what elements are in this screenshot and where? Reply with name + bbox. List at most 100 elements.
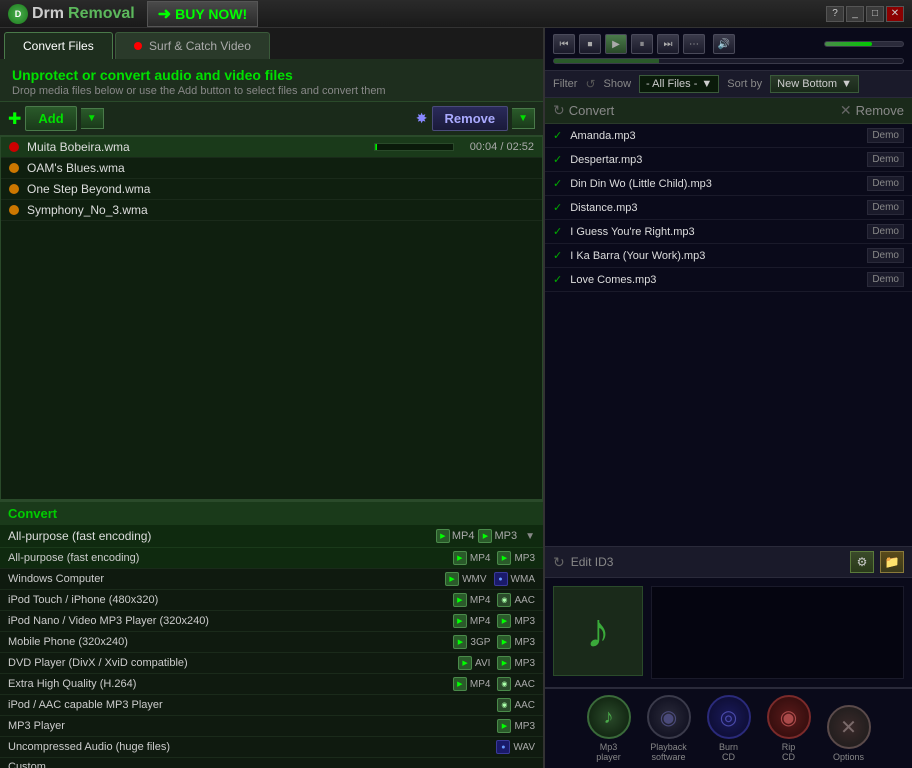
option-formats: ▶MP4 ◉AAC [453, 677, 535, 691]
logo-icon: D [8, 4, 28, 24]
mp4-option-icon: ▶ [453, 551, 467, 565]
convert-header: Unprotect or convert audio and video fil… [0, 59, 543, 102]
volume-slider[interactable] [824, 41, 904, 47]
convert-option[interactable]: Uncompressed Audio (huge files) ●WAV [0, 737, 543, 758]
player-stop-button[interactable]: ⏹ [579, 34, 601, 54]
convert-option[interactable]: All-purpose (fast encoding) ▶MP4 ▶MP3 [0, 548, 543, 569]
convert-options-list: All-purpose (fast encoding) ▶MP4 ▶MP3 Wi… [0, 548, 543, 768]
restore-button[interactable]: □ [866, 6, 884, 22]
buy-now-button[interactable]: ➜ BUY NOW! [147, 1, 258, 27]
show-label: Show [604, 78, 632, 90]
convert-option[interactable]: Windows Computer ▶WMV ●WMA [0, 569, 543, 590]
file-item[interactable]: Symphony_No_3.wma [1, 200, 542, 221]
album-art-area: ♪ [545, 577, 912, 687]
song-name: Despertar.mp3 [570, 154, 867, 166]
file-progress-bar [374, 143, 454, 151]
convert-subtitle: Drop media files below or use the Add bu… [12, 85, 531, 97]
remove-button[interactable]: Remove [432, 106, 509, 131]
player-play-button[interactable]: ▶ [605, 34, 627, 54]
show-select[interactable]: - All Files - ▼ [639, 75, 719, 93]
mp3-option-icon: ▶ [497, 719, 511, 733]
song-item[interactable]: ✓ I Ka Barra (Your Work).mp3 Demo [545, 244, 912, 268]
convert-option[interactable]: MP3 Player ▶MP3 [0, 716, 543, 737]
progress-fill [375, 144, 377, 150]
convert-option[interactable]: iPod / AAC capable MP3 Player ◉AAC [0, 695, 543, 716]
tab-surf-catch[interactable]: Surf & Catch Video [115, 32, 270, 59]
plus-icon: ✚ [8, 109, 21, 129]
song-name: Distance.mp3 [570, 202, 867, 214]
convert-option[interactable]: DVD Player (DivX / XviD compatible) ▶AVI… [0, 653, 543, 674]
convert-action[interactable]: ↻ Convert [553, 102, 614, 119]
burn-cd-tool[interactable]: ◎ BurnCD [707, 695, 751, 762]
main-layout: Convert Files Surf & Catch Video Unprote… [0, 28, 912, 768]
buy-arrow-icon: ➜ [158, 4, 171, 24]
player-more-button[interactable]: ⋯ [683, 34, 705, 54]
player-controls: ⏮ ⏹ ▶ ⏸ ⏭ ⋯ 🔊 [553, 34, 904, 54]
remove-action[interactable]: ✕ Remove [840, 102, 904, 119]
add-button[interactable]: Add [25, 106, 76, 131]
convert-option[interactable]: iPod Nano / Video MP3 Player (320x240) ▶… [0, 611, 543, 632]
song-item[interactable]: ✓ I Guess You're Right.mp3 Demo [545, 220, 912, 244]
song-item[interactable]: ✓ Amanda.mp3 Demo [545, 124, 912, 148]
file-item[interactable]: OAM's Blues.wma [1, 158, 542, 179]
music-note-icon: ♪ [586, 604, 610, 659]
album-dark-area [651, 586, 904, 679]
song-check-icon: ✓ [553, 129, 562, 142]
file-name: Muita Bobeira.wma [27, 140, 374, 154]
minimize-button[interactable]: _ [846, 6, 864, 22]
convert-option[interactable]: Mobile Phone (320x240) ▶3GP ▶MP3 [0, 632, 543, 653]
star-icon: ✸ [416, 110, 428, 127]
convert-option[interactable]: Extra High Quality (H.264) ▶MP4 ◉AAC [0, 674, 543, 695]
remove-dropdown-button[interactable]: ▼ [512, 108, 535, 129]
mp3-player-tool[interactable]: ♪ Mp3player [587, 695, 631, 762]
playback-progress-fill [554, 59, 659, 63]
filter-refresh-button[interactable]: ↺ [585, 77, 595, 91]
mp4-option-icon: ▶ [453, 614, 467, 628]
song-name: Din Din Wo (Little Child).mp3 [570, 178, 867, 190]
id3-gear-button[interactable]: ⚙ [850, 551, 874, 573]
filter-label: Filter [553, 78, 577, 90]
song-item[interactable]: ✓ Distance.mp3 Demo [545, 196, 912, 220]
song-check-icon: ✓ [553, 249, 562, 262]
convert-selected-value: All-purpose (fast encoding) [8, 529, 436, 543]
bottom-toolbar: ♪ Mp3player ◉ Playbacksoftware ◎ BurnCD … [545, 687, 912, 768]
convert-option[interactable]: iPod Touch / iPhone (480x320) ▶MP4 ◉AAC [0, 590, 543, 611]
convert-option-custom[interactable]: Custom... [0, 758, 543, 768]
tab-convert-files[interactable]: Convert Files [4, 32, 113, 59]
option-formats: ▶WMV ●WMA [445, 572, 535, 586]
file-status-dot [9, 163, 19, 173]
song-item[interactable]: ✓ Din Din Wo (Little Child).mp3 Demo [545, 172, 912, 196]
player-volume-button[interactable]: 🔊 [713, 34, 735, 54]
file-name: OAM's Blues.wma [27, 161, 534, 175]
mp3-option-icon: ▶ [497, 614, 511, 628]
format-badge-mp4: ▶ MP4 [436, 529, 475, 543]
convert-title: Unprotect or convert audio and video fil… [12, 67, 531, 83]
song-item[interactable]: ✓ Despertar.mp3 Demo [545, 148, 912, 172]
option-formats: ◉AAC [497, 698, 535, 712]
player-forward-button[interactable]: ⏭ [657, 34, 679, 54]
playback-software-tool[interactable]: ◉ Playbacksoftware [647, 695, 691, 762]
player-pause-button[interactable]: ⏸ [631, 34, 653, 54]
rip-cd-tool[interactable]: ◉ RipCD [767, 695, 811, 762]
logo-removal: Removal [68, 5, 135, 23]
tab-bar: Convert Files Surf & Catch Video [0, 28, 543, 59]
song-name: I Ka Barra (Your Work).mp3 [570, 250, 867, 262]
song-name: Amanda.mp3 [570, 130, 867, 142]
file-item[interactable]: One Step Beyond.wma [1, 179, 542, 200]
format-badges: ▶ MP4 ▶ MP3 [436, 529, 517, 543]
song-item[interactable]: ✓ Love Comes.mp3 Demo [545, 268, 912, 292]
id3-folder-button[interactable]: 📁 [880, 551, 904, 573]
close-button[interactable]: ✕ [886, 6, 904, 22]
options-tool[interactable]: ✕ Options [827, 705, 871, 762]
player-rewind-button[interactable]: ⏮ [553, 34, 575, 54]
convert-dropdown-arrow[interactable]: ▼ [525, 531, 535, 542]
convert-select-row[interactable]: All-purpose (fast encoding) ▶ MP4 ▶ MP3 … [0, 525, 543, 548]
sort-select[interactable]: New Bottom ▼ [770, 75, 859, 93]
titlebar: D Drm Removal ➜ BUY NOW! ? _ □ ✕ [0, 0, 912, 28]
playback-progress-bar[interactable] [553, 58, 904, 64]
file-item[interactable]: Muita Bobeira.wma 00:04 / 02:52 [1, 137, 542, 158]
help-button[interactable]: ? [826, 6, 844, 22]
option-formats: ▶MP4 ◉AAC [453, 593, 535, 607]
add-dropdown-button[interactable]: ▼ [81, 108, 104, 129]
app-logo: D Drm Removal [8, 4, 135, 24]
